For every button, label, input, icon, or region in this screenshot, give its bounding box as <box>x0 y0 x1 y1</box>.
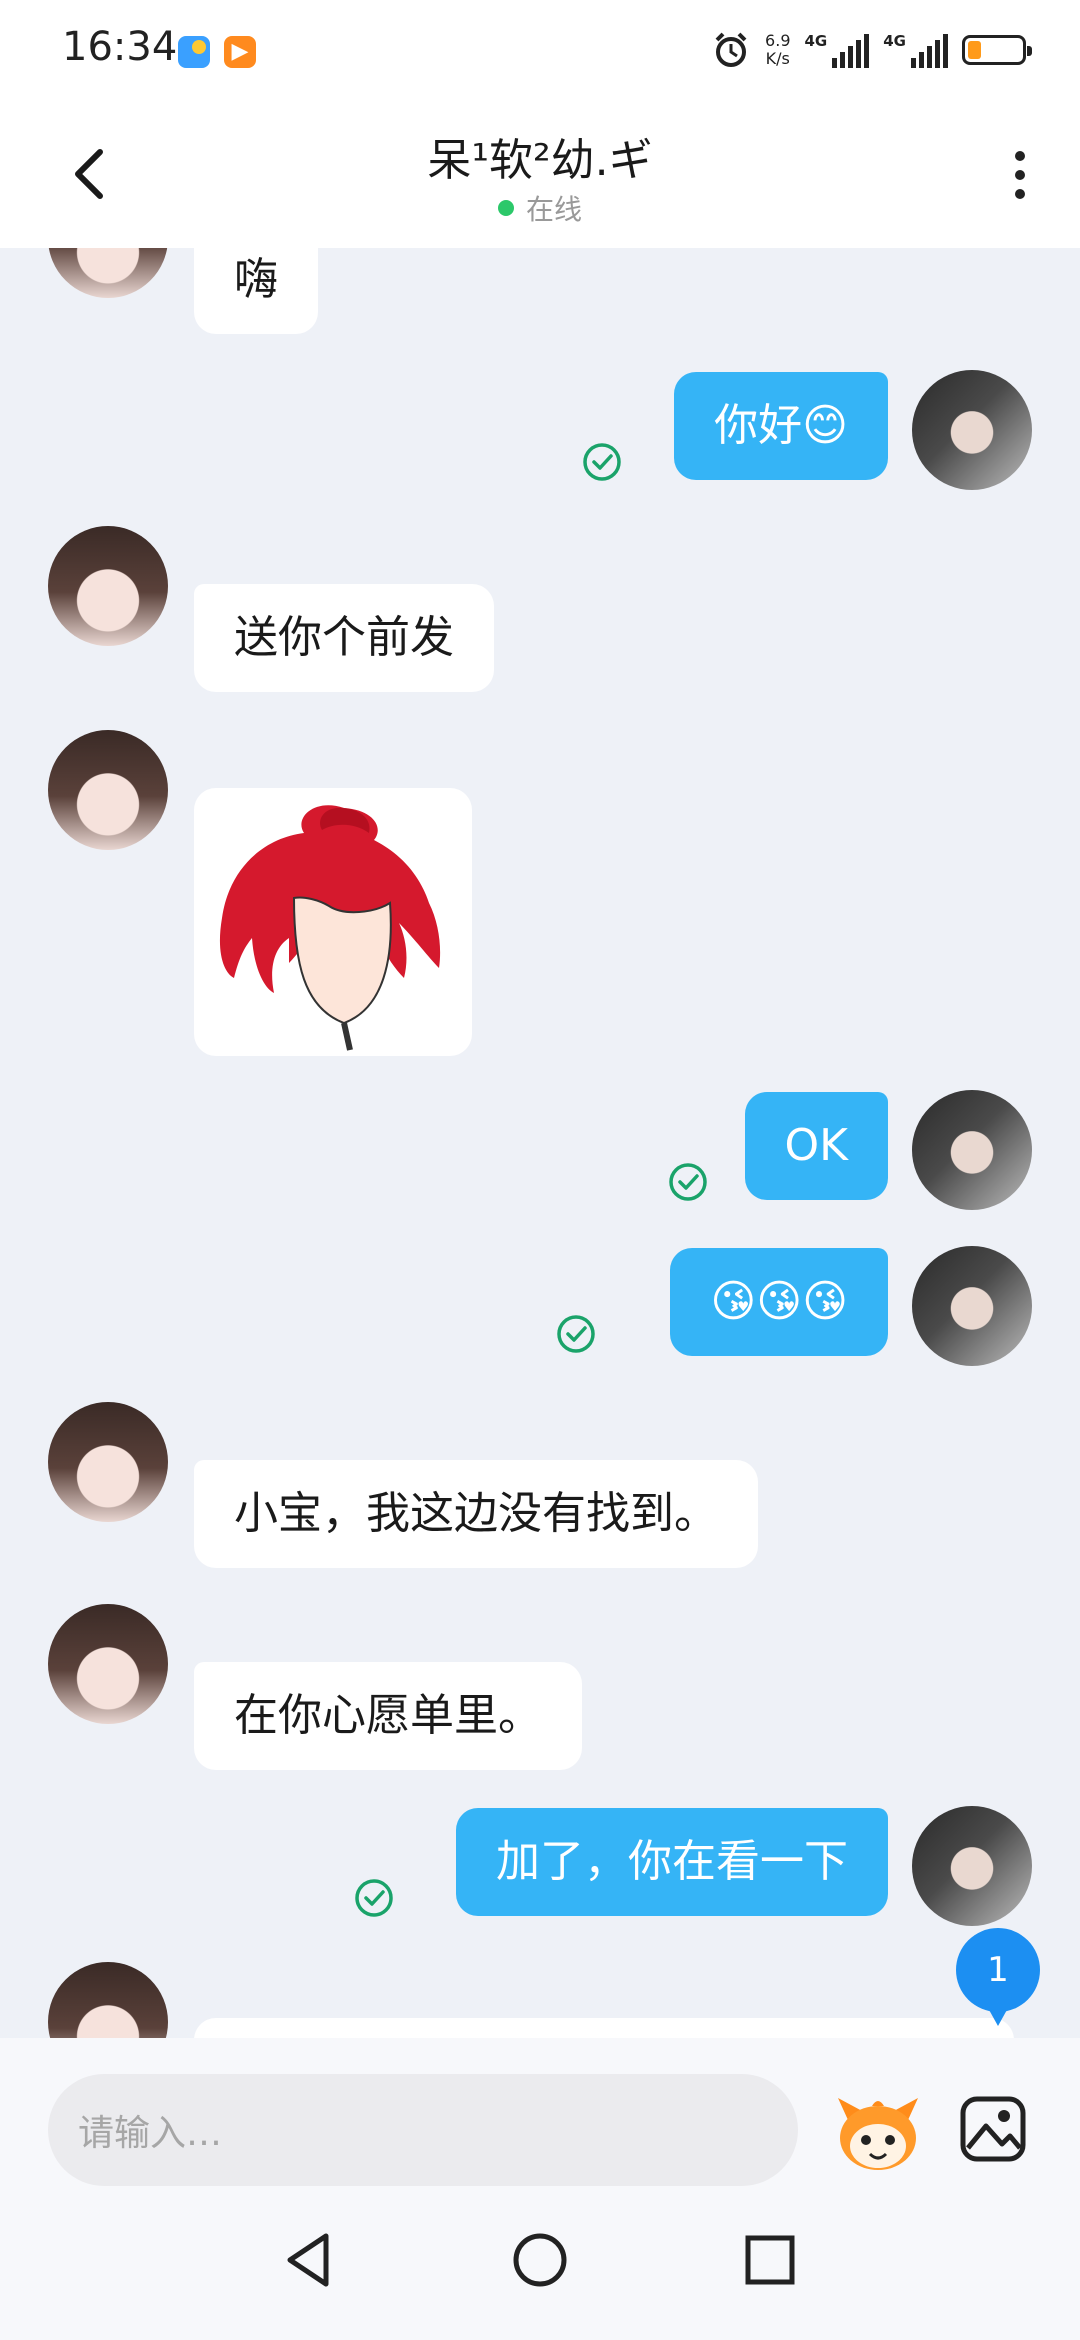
home-circle-icon[interactable] <box>508 2228 572 2292</box>
friend-avatar[interactable] <box>48 248 168 298</box>
network-type: 4G <box>883 32 906 50</box>
incoming-message[interactable]: 嗨 <box>194 248 318 334</box>
unread-badge[interactable]: 1 <box>956 1928 1040 2026</box>
status-bar: 16:34 ▶ 6.9 K/s 4G 4G <box>0 0 1080 100</box>
signal-icon: 4G <box>883 32 948 68</box>
message-input[interactable]: 请输入… <box>48 2074 798 2186</box>
my-avatar[interactable] <box>912 1806 1032 1926</box>
video-app-icon: ▶ <box>224 36 256 68</box>
red-bangs-wig-sticker <box>219 805 441 1051</box>
chat-thread[interactable]: 嗨 你好😊 送你个前发 OK 😘😘😘 小宝，我这边没有找到。 在你心愿单里。 加… <box>0 248 1080 2038</box>
speed-value: 6.9 <box>765 31 791 50</box>
page-title: 呆¹软²幼.ギ <box>427 135 653 186</box>
alarm-icon <box>715 32 747 67</box>
image-icon[interactable] <box>958 2094 1028 2164</box>
outgoing-message[interactable]: OK <box>744 1092 888 1200</box>
friend-avatar[interactable] <box>48 730 168 850</box>
incoming-message[interactable]: 小宝，我这边没有找到。 <box>194 1460 758 1568</box>
outgoing-message[interactable]: 加了，你在看一下 <box>456 1808 888 1916</box>
system-nav-bar <box>0 2186 1080 2340</box>
input-bar: 请输入… <box>0 2038 1080 2186</box>
weather-app-icon <box>178 36 210 68</box>
network-type: 4G <box>804 32 828 50</box>
friend-avatar[interactable] <box>48 1402 168 1522</box>
read-check-icon <box>669 1163 707 1201</box>
outgoing-message[interactable]: 😘😘😘 <box>670 1248 888 1356</box>
signal-icon: 4G <box>805 32 870 68</box>
friend-avatar[interactable] <box>48 526 168 646</box>
chat-header: 呆¹软²幼.ギ 在线 <box>0 100 1080 248</box>
read-check-icon <box>583 443 621 481</box>
online-dot <box>497 200 514 216</box>
read-check-icon <box>557 1315 595 1353</box>
incoming-message[interactable]: 送你个前发 <box>194 584 494 692</box>
speed-unit: K/s <box>765 49 790 68</box>
my-avatar[interactable] <box>912 1090 1032 1210</box>
image-message[interactable] <box>194 788 472 1056</box>
incoming-message[interactable]: 在你心愿单里。 <box>194 1662 582 1770</box>
outgoing-message[interactable]: 你好😊 <box>674 372 888 480</box>
online-status: 在线 <box>0 188 1080 228</box>
network-speed: 6.9 K/s <box>765 32 790 68</box>
more-vertical-icon[interactable] <box>1000 146 1040 206</box>
battery-icon <box>962 35 1032 65</box>
status-time: 16:34 <box>62 24 178 70</box>
mascot-emoji-icon[interactable] <box>834 2090 922 2174</box>
back-triangle-icon[interactable] <box>278 2228 342 2292</box>
read-check-icon <box>355 1879 393 1917</box>
battery-fill <box>968 41 981 59</box>
status-indicators: 6.9 K/s 4G 4G <box>711 28 1032 72</box>
friend-avatar[interactable] <box>48 1962 168 2038</box>
incoming-message[interactable] <box>194 2018 1014 2038</box>
my-avatar[interactable] <box>912 370 1032 490</box>
recents-square-icon[interactable] <box>738 2228 802 2292</box>
friend-avatar[interactable] <box>48 1604 168 1724</box>
my-avatar[interactable] <box>912 1246 1032 1366</box>
online-status-label: 在线 <box>525 193 582 226</box>
